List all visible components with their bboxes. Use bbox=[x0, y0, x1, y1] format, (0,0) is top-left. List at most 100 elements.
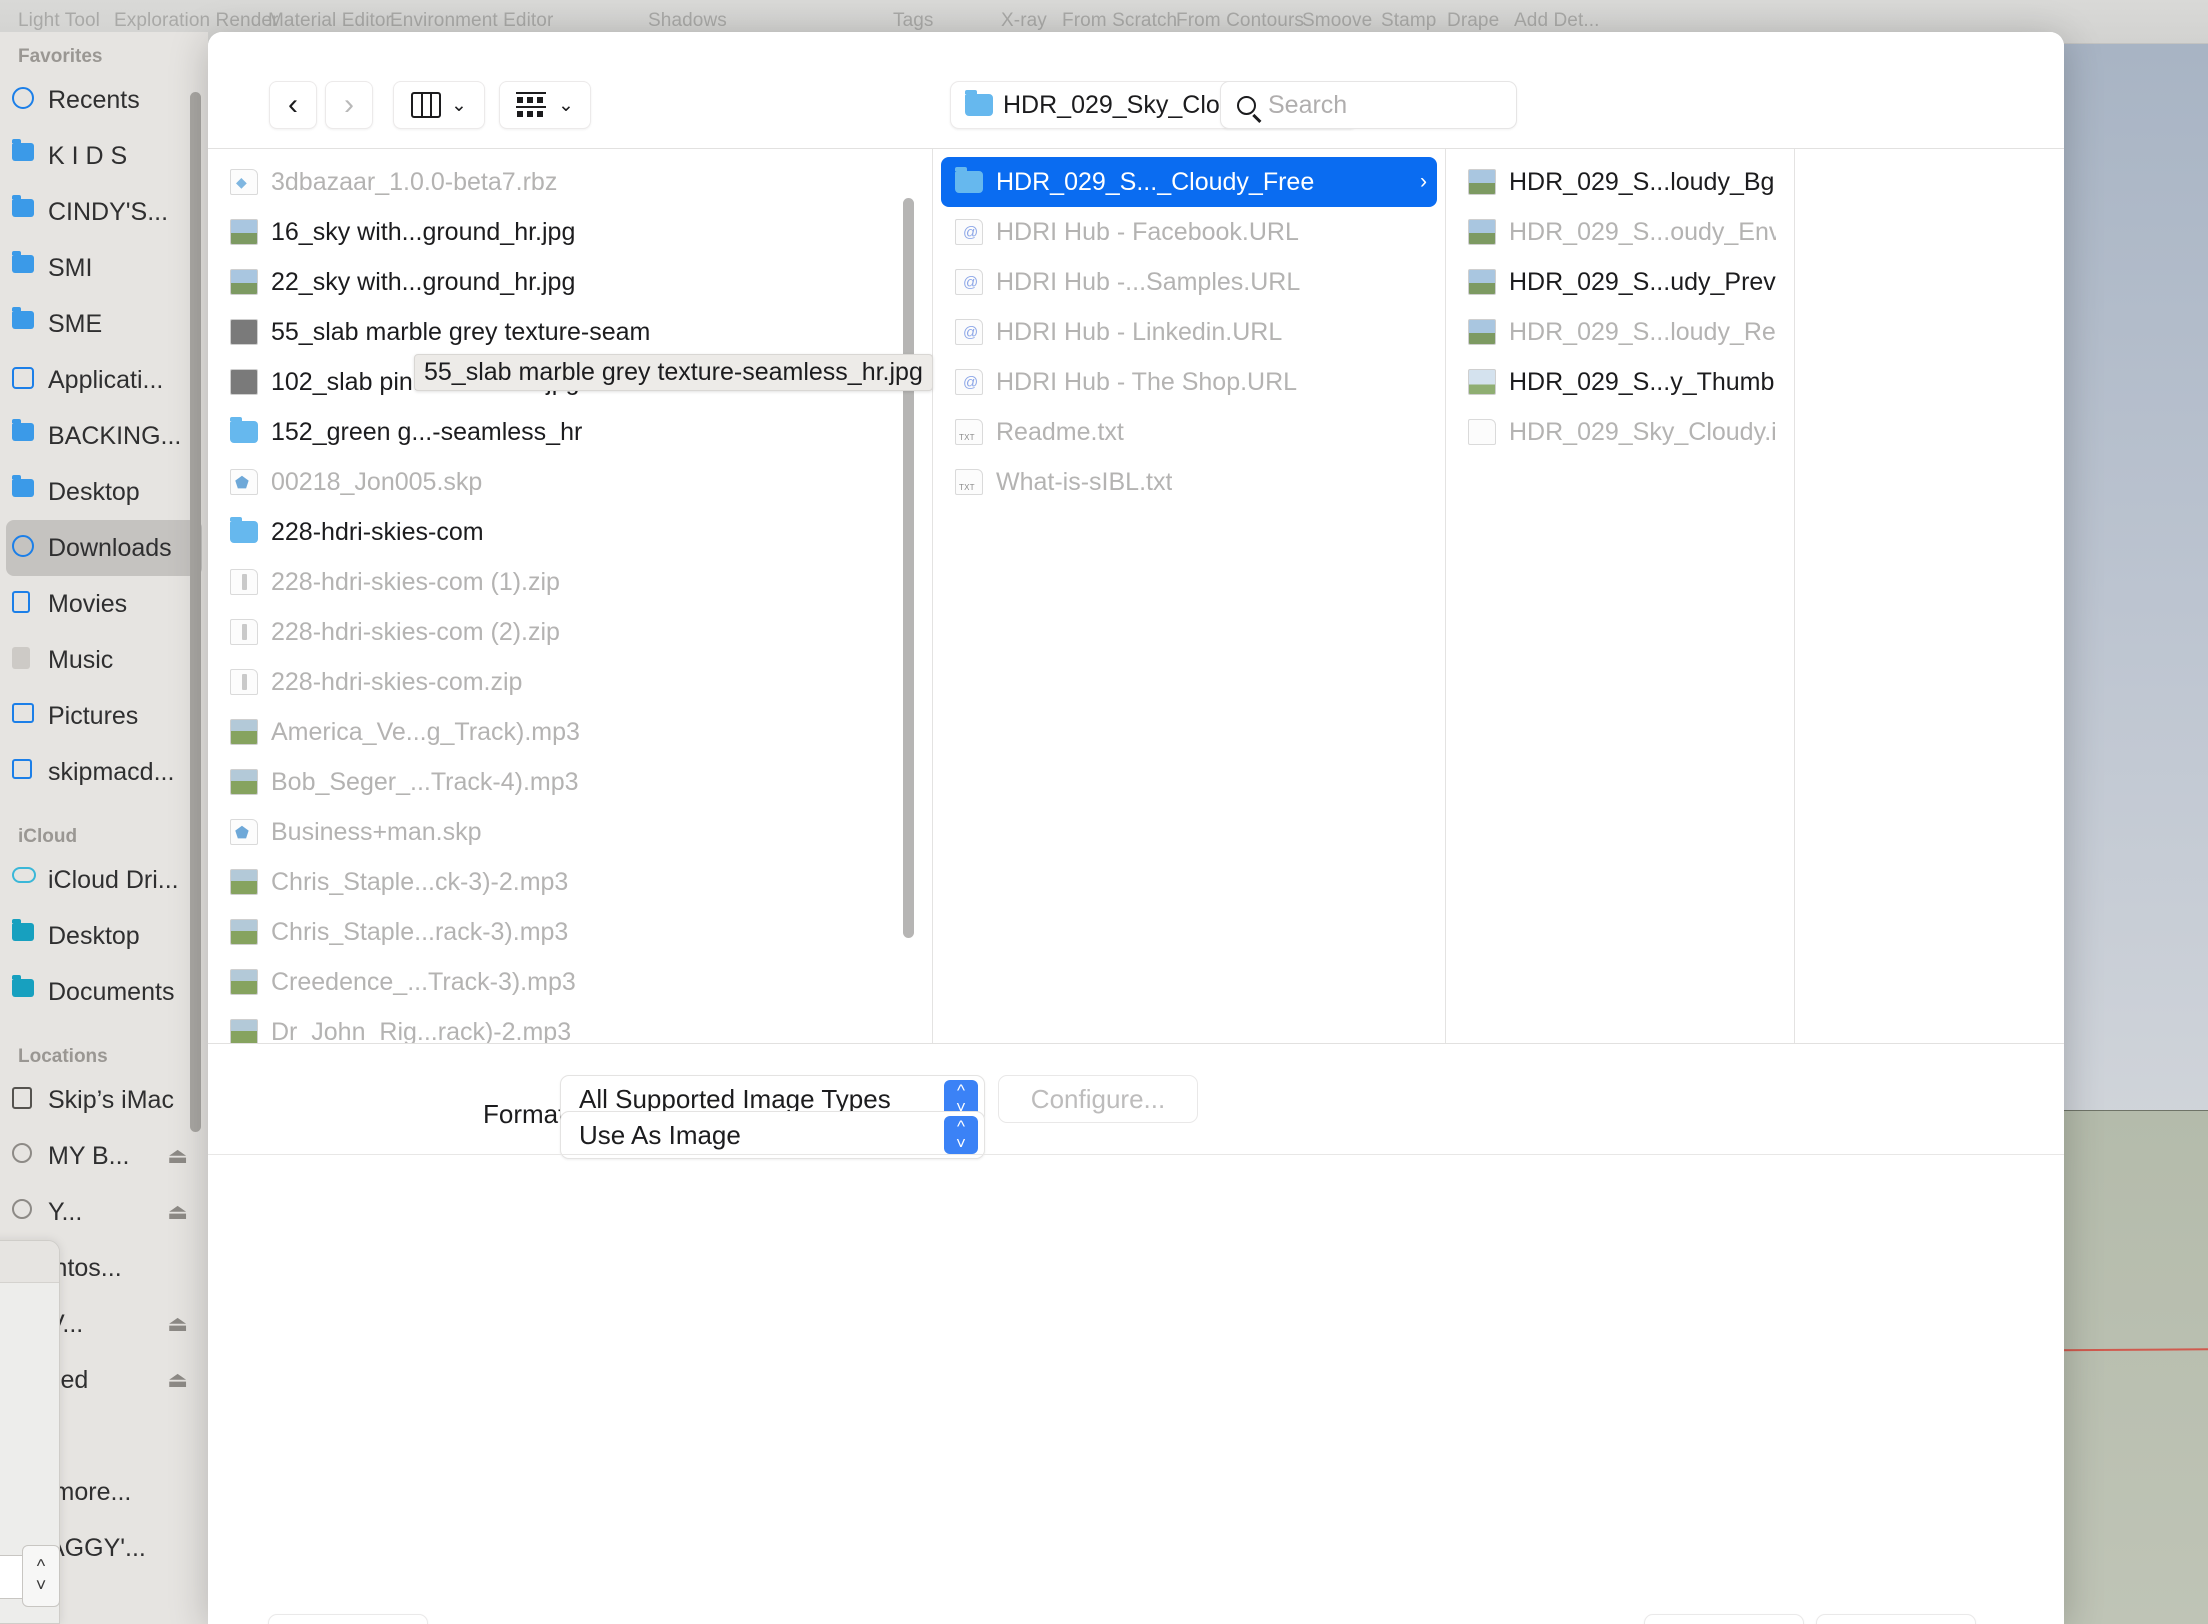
file-row: @ HDRI Hub -...Samples.URL bbox=[941, 257, 1437, 307]
chevron-left-icon: ‹ bbox=[288, 88, 298, 121]
folder-icon bbox=[965, 90, 993, 116]
file-row: Dr_John_Rig...rack)-2.mp3 bbox=[216, 1007, 924, 1043]
file-name: 152_green g...-seamless_hr bbox=[271, 417, 583, 446]
search-field[interactable]: Search bbox=[1220, 81, 1517, 129]
eject-icon[interactable]: ⏏ bbox=[167, 1199, 188, 1225]
options-button[interactable] bbox=[268, 1614, 428, 1624]
file-row[interactable]: 228-hdri-skies-com› bbox=[216, 507, 924, 557]
file-row: America_Ve...g_Track).mp3 bbox=[216, 707, 924, 757]
file-row[interactable]: HDR_029_S..._Cloudy_Free › bbox=[941, 157, 1437, 207]
sidebar-item-label: BACKING... bbox=[48, 421, 182, 450]
column-one[interactable]: ◆ 3dbazaar_1.0.0-beta7.rbz 16_sky with...g… bbox=[208, 149, 932, 1043]
sidebar-item-music[interactable]: Music bbox=[6, 632, 202, 688]
rbz-file-icon: ◆ bbox=[230, 169, 258, 195]
sidebar-item-recents[interactable]: Recents bbox=[6, 72, 202, 128]
configure-button[interactable]: Configure... bbox=[998, 1075, 1198, 1123]
open-button[interactable] bbox=[1816, 1614, 1976, 1624]
image-file-icon bbox=[1468, 319, 1496, 345]
file-name: HDRI Hub - Linkedin.URL bbox=[996, 317, 1283, 346]
sidebar-item-cindy-s[interactable]: CINDY'S... bbox=[6, 184, 202, 240]
sidebar-item-label: Movies bbox=[48, 589, 128, 618]
file-row: HDR_029_Sky_Cloudy.ibl bbox=[1454, 407, 1786, 457]
bg-toolbar-item[interactable]: Drape bbox=[1447, 10, 1499, 32]
audio-file-icon bbox=[230, 869, 258, 895]
background-panel-stepper[interactable]: ^ ˅ bbox=[22, 1545, 60, 1607]
sidebar-item-my-b[interactable]: MY B... ⏏ bbox=[6, 1128, 202, 1184]
file-row[interactable]: 22_sky with...ground_hr.jpg bbox=[216, 257, 924, 307]
bg-toolbar-item[interactable]: From Contours bbox=[1176, 10, 1304, 32]
file-row[interactable]: HDR_029_S...udy_Prev.tga bbox=[1454, 257, 1786, 307]
format-options-area: Format: All Supported Image Types ^ ˅ Us… bbox=[208, 1043, 2064, 1189]
bg-toolbar-item[interactable]: Environment Editor bbox=[390, 10, 553, 32]
file-row[interactable]: HDR_029_S...loudy_Bg.jpg bbox=[1454, 157, 1786, 207]
zip-file-icon bbox=[230, 619, 258, 645]
disclosure-chevron-icon[interactable]: › bbox=[1420, 170, 1427, 194]
file-row[interactable]: 55_slab marble grey texture-seam bbox=[216, 307, 924, 357]
bg-toolbar-item[interactable]: Stamp bbox=[1381, 10, 1436, 32]
dialog-toolbar: ‹ › ⌄ ⌄ HDR_029_Sky_Cloudy_F... Search bbox=[208, 32, 2064, 149]
sidebar-item-label: Recents bbox=[48, 85, 140, 114]
sidebar-item-y[interactable]: Y... ⏏ bbox=[6, 1184, 202, 1240]
folder-icon bbox=[955, 167, 983, 193]
audio-file-icon bbox=[230, 769, 258, 795]
sidebar-item-applicati[interactable]: Applicati... bbox=[6, 352, 202, 408]
sidebar-item-downloads[interactable]: Downloads bbox=[6, 520, 202, 576]
group-by-button[interactable]: ⌄ bbox=[499, 81, 591, 129]
home-icon bbox=[12, 759, 34, 785]
eject-icon[interactable]: ⏏ bbox=[167, 1367, 188, 1393]
bg-toolbar-item[interactable]: Exploration Render bbox=[114, 10, 278, 32]
sidebar-item-smi[interactable]: SMI bbox=[6, 240, 202, 296]
sidebar-item-k-i-d-s[interactable]: K I D S bbox=[6, 128, 202, 184]
eject-icon[interactable]: ⏏ bbox=[167, 1311, 188, 1337]
disk-icon bbox=[12, 1143, 34, 1169]
bg-toolbar-item[interactable]: X-ray bbox=[1001, 10, 1047, 32]
file-name: Chris_Staple...rack-3).mp3 bbox=[271, 917, 569, 946]
sidebar-item-pictures[interactable]: Pictures bbox=[6, 688, 202, 744]
bg-toolbar-item[interactable]: Material Editor bbox=[268, 10, 392, 32]
generic-file-icon bbox=[1468, 419, 1496, 445]
bg-toolbar-item[interactable]: From Scratch bbox=[1062, 10, 1177, 32]
sidebar-item-label: Pictures bbox=[48, 701, 139, 730]
sidebar-section-header: iCloud bbox=[18, 826, 78, 847]
use-as-select[interactable]: Use As Image ^ ˅ bbox=[560, 1111, 985, 1159]
bg-toolbar-item[interactable]: Shadows bbox=[648, 10, 727, 32]
file-row[interactable]: 16_sky with...ground_hr.jpg bbox=[216, 207, 924, 257]
group-by-icon bbox=[516, 92, 548, 118]
sidebar-item-documents[interactable]: Documents bbox=[6, 964, 202, 1020]
bg-toolbar-item[interactable]: Tags bbox=[893, 10, 934, 32]
eject-icon[interactable]: ⏏ bbox=[167, 1143, 188, 1169]
sidebar-item-movies[interactable]: Movies bbox=[6, 576, 202, 632]
cancel-button[interactable] bbox=[1644, 1614, 1804, 1624]
column-three[interactable]: HDR_029_S...loudy_Bg.jpg HDR_029_S...oudy… bbox=[1446, 149, 1794, 1043]
zip-file-icon bbox=[230, 669, 258, 695]
file-row[interactable]: 152_green g...-seamless_hr› bbox=[216, 407, 924, 457]
sidebar-item-desktop[interactable]: Desktop bbox=[6, 908, 202, 964]
column-four[interactable] bbox=[1795, 149, 2063, 1043]
bg-toolbar-item[interactable]: Light Tool bbox=[18, 10, 100, 32]
bg-toolbar-item[interactable]: Smoove bbox=[1302, 10, 1372, 32]
file-row: Bob_Seger_...Track-4).mp3 bbox=[216, 757, 924, 807]
texture-file-icon bbox=[230, 369, 258, 395]
disk-icon bbox=[12, 1199, 34, 1225]
back-button[interactable]: ‹ bbox=[269, 81, 317, 129]
sidebar-scrollbar[interactable] bbox=[190, 92, 201, 1132]
file-row[interactable]: HDR_029_S...y_Thumb.tga bbox=[1454, 357, 1786, 407]
sidebar-item-backing[interactable]: BACKING... bbox=[6, 408, 202, 464]
column-two[interactable]: HDR_029_S..._Cloudy_Free › @ HDRI Hub - Fac… bbox=[933, 149, 1445, 1043]
forward-button[interactable]: › bbox=[325, 81, 373, 129]
sidebar-item-skip-s-imac[interactable]: Skip’s iMac bbox=[6, 1072, 202, 1128]
file-name: HDRI Hub -...Samples.URL bbox=[996, 267, 1301, 296]
sidebar-item-skipmacd[interactable]: skipmacd... bbox=[6, 744, 202, 800]
chevron-down-icon: ˅ bbox=[35, 1575, 47, 1595]
view-mode-button[interactable]: ⌄ bbox=[393, 81, 485, 129]
bg-toolbar-item[interactable]: Add Det... bbox=[1514, 10, 1600, 32]
sidebar-item-label: MY B... bbox=[48, 1141, 130, 1170]
file-name: 55_slab marble grey texture-seam bbox=[271, 317, 651, 346]
image-file-icon bbox=[1468, 169, 1496, 195]
sidebar-item-icloud-dri[interactable]: iCloud Dri... bbox=[6, 852, 202, 908]
folder-icon bbox=[230, 417, 258, 443]
sidebar-item-desktop[interactable]: Desktop bbox=[6, 464, 202, 520]
column-one-scrollbar[interactable] bbox=[903, 198, 914, 938]
sidebar-item-sme[interactable]: SME bbox=[6, 296, 202, 352]
sidebar-item-label: Downloads bbox=[48, 533, 172, 562]
